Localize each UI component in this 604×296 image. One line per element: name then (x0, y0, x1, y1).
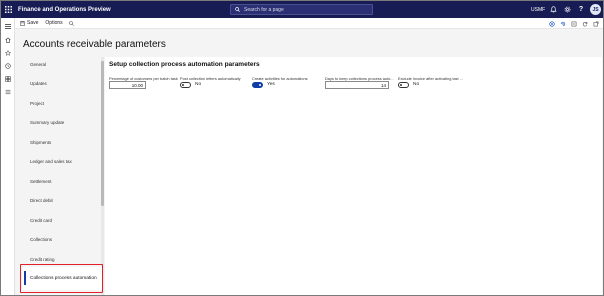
sidebar-scrollbar-thumb[interactable] (101, 61, 104, 206)
search-placeholder: Search for a page (244, 6, 284, 13)
sidebar-item-general[interactable]: General (30, 62, 46, 67)
app-launcher-icon[interactable] (1, 1, 15, 18)
options-label: Options (45, 20, 63, 26)
sidebar-item-summary-update[interactable]: Summary update (30, 120, 64, 125)
home-icon[interactable] (1, 33, 15, 46)
parameters-sidebar: General Updates Project Summary update S… (17, 57, 101, 295)
create-activities-label: Create activities for automations (252, 76, 308, 81)
days-keep-input[interactable]: 14 (325, 81, 389, 89)
help-icon[interactable]: ? (575, 1, 587, 18)
power-apps-icon[interactable] (547, 18, 557, 29)
open-new-window-icon[interactable] (591, 18, 601, 29)
save-button[interactable]: Save (20, 20, 38, 26)
search-box[interactable]: Search for a page (230, 4, 373, 15)
create-activities-toggle[interactable] (252, 82, 263, 88)
sidebar-item-shipments[interactable]: Shipments (30, 140, 51, 145)
sidebar-scrollbar[interactable] (101, 57, 104, 295)
options-button[interactable]: Options (45, 20, 62, 26)
sidebar-item-direct-debit[interactable]: Direct debit (30, 198, 53, 203)
save-icon (20, 20, 25, 26)
exclude-invoice-toggle[interactable] (398, 82, 409, 88)
sidebar-item-project[interactable]: Project (30, 101, 44, 106)
create-activities-state: Yes (267, 82, 275, 87)
connected-icon[interactable] (558, 18, 568, 29)
post-letters-label: Post collection letters automatically (180, 76, 241, 81)
top-bar: Finance and Operations Preview Search fo… (1, 1, 603, 18)
page-title: Accounts receivable parameters (23, 39, 166, 50)
action-search-icon[interactable] (68, 20, 74, 26)
workspaces-icon[interactable] (1, 72, 15, 85)
save-label: Save (27, 20, 39, 26)
favorites-star-icon[interactable] (1, 46, 15, 59)
app-title: Finance and Operations Preview (18, 6, 111, 13)
app-window: Finance and Operations Preview Search fo… (0, 0, 604, 296)
office-icon[interactable] (569, 18, 579, 29)
main-content: Setup collection process automation para… (105, 57, 602, 295)
sidebar-item-updates[interactable]: Updates (30, 81, 47, 86)
search-icon (235, 7, 240, 12)
left-navigation (1, 18, 15, 295)
recent-clock-icon[interactable] (1, 59, 15, 72)
sidebar-item-settlement[interactable]: Settlement (30, 179, 52, 184)
exclude-invoice-label: Exclude invoice after activating last ..… (398, 76, 463, 81)
settings-gear-icon[interactable] (561, 1, 573, 18)
percent-customers-input[interactable]: 10.00 (109, 81, 146, 89)
section-title: Setup collection process automation para… (109, 61, 260, 68)
action-bar: Save Options (15, 18, 603, 29)
hamburger-menu-icon[interactable] (1, 20, 15, 33)
sidebar-item-collections[interactable]: Collections (30, 237, 52, 242)
exclude-invoice-state: No (413, 82, 420, 87)
sidebar-item-ledger-and-sales-tax[interactable]: Ledger and sales tax (30, 159, 72, 164)
refresh-icon[interactable] (580, 18, 590, 29)
notifications-icon[interactable] (547, 1, 559, 18)
sidebar-item-credit-card[interactable]: Credit card (30, 218, 52, 223)
post-letters-toggle[interactable] (180, 82, 191, 88)
highlight-annotation (20, 264, 103, 293)
post-letters-state: No (195, 82, 202, 87)
company-picker[interactable]: USMF (531, 1, 545, 18)
modules-list-icon[interactable] (1, 85, 15, 98)
sidebar-item-credit-rating[interactable]: Credit rating (30, 257, 55, 262)
user-avatar[interactable]: JS (590, 4, 601, 15)
